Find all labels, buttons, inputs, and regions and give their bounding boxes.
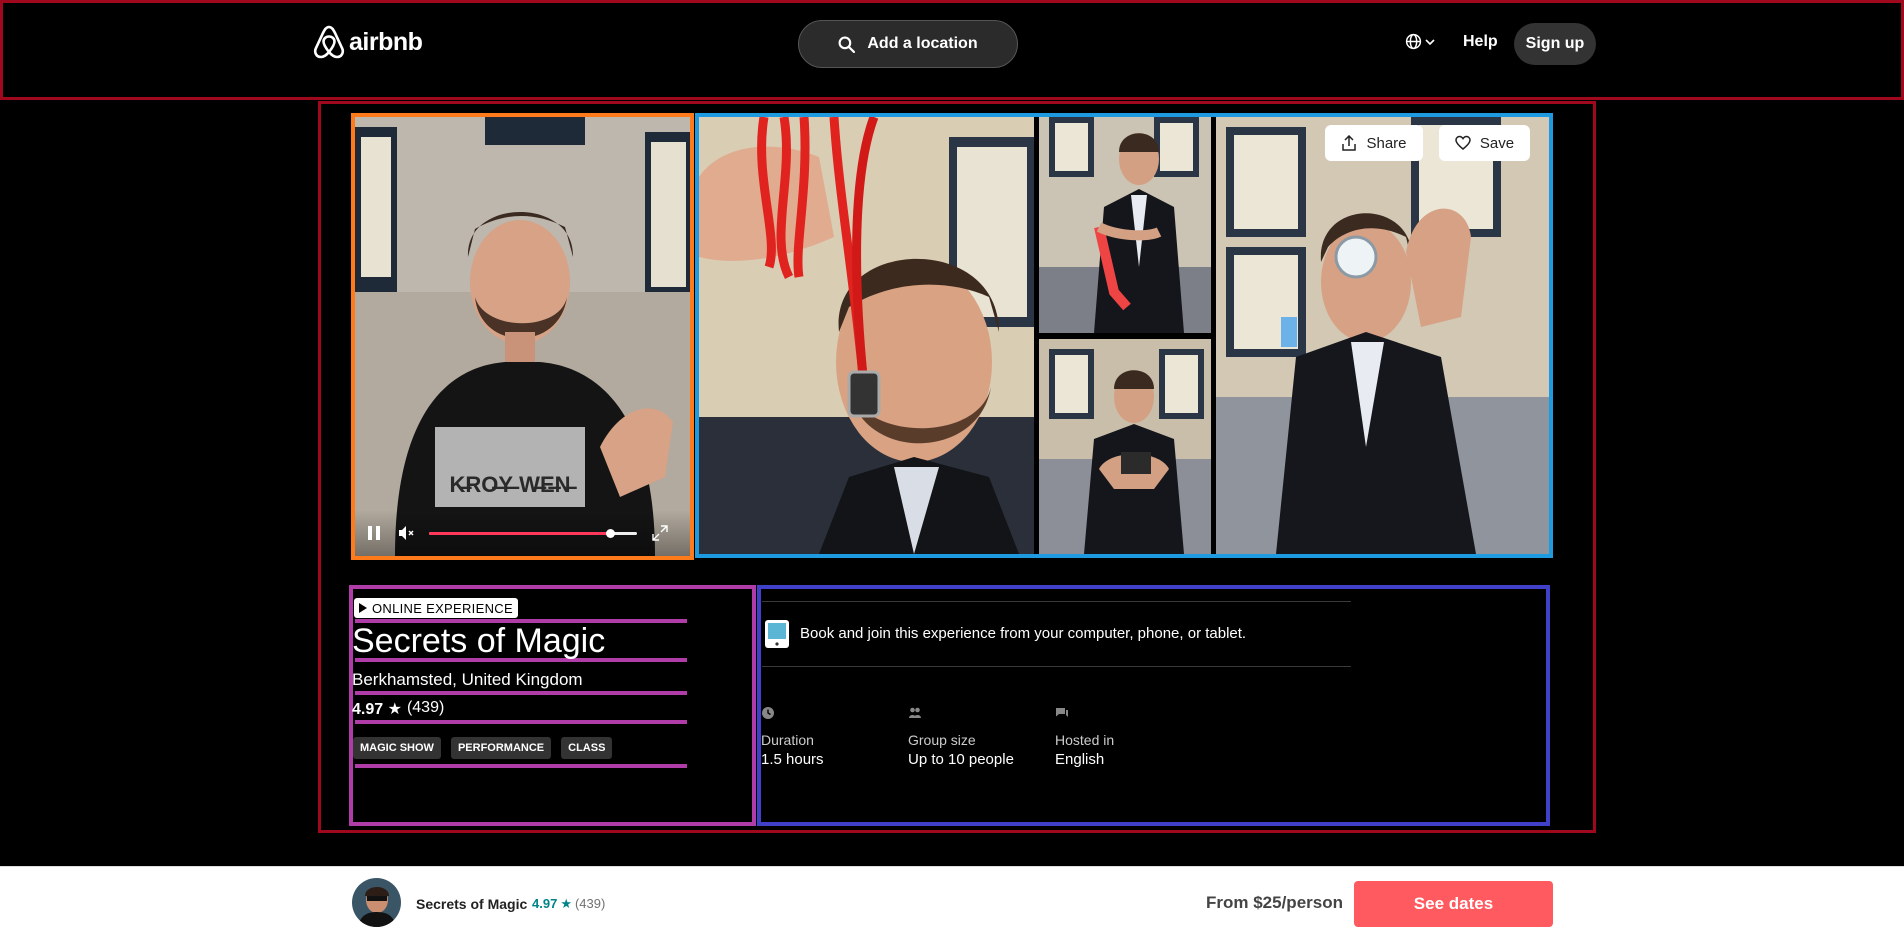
gallery-photo-cards[interactable] xyxy=(1039,117,1211,333)
rating-score: 4.97 ★ xyxy=(352,701,402,718)
divider xyxy=(355,764,687,768)
detail-group-size-value: Up to 10 people xyxy=(908,751,1014,768)
booking-footer-bar xyxy=(0,866,1904,938)
globe-icon xyxy=(1405,33,1422,50)
detail-duration: Duration 1.5 hours xyxy=(761,706,824,768)
detail-language-label: Hosted in xyxy=(1055,732,1115,748)
top-navigation-bar: airbnb Add a location Help Sign up xyxy=(0,0,1904,100)
experience-details-panel xyxy=(757,585,1550,826)
online-experience-badge: ONLINE EXPERIENCE xyxy=(354,598,518,618)
detail-language: Hosted in English xyxy=(1055,706,1114,768)
brand-wordmark: airbnb xyxy=(349,27,423,56)
search-icon xyxy=(838,36,856,53)
experience-title: Secrets of Magic xyxy=(352,622,606,660)
star-icon: ★ xyxy=(387,701,402,718)
detail-group-size-label: Group size xyxy=(908,732,976,748)
airbnb-logo-icon xyxy=(313,25,345,59)
see-dates-button[interactable]: See dates xyxy=(1354,881,1553,927)
detail-language-value: English xyxy=(1055,751,1105,768)
clock-icon xyxy=(762,707,774,719)
pause-button[interactable] xyxy=(365,524,383,542)
search-label: Add a location xyxy=(867,35,978,52)
detail-duration-value: 1.5 hours xyxy=(761,751,824,768)
save-button[interactable]: Save xyxy=(1439,125,1530,161)
language-selector[interactable] xyxy=(1405,33,1435,50)
footer-rating: 4.97 ★ (439) xyxy=(532,896,605,912)
experience-tags: MAGIC SHOW PERFORMANCE CLASS xyxy=(353,737,613,759)
tablet-icon xyxy=(765,620,789,648)
star-icon: ★ xyxy=(560,896,572,911)
divider xyxy=(355,691,687,695)
experience-location[interactable]: Berkhamsted, United Kingdom xyxy=(352,670,583,690)
video-progress-fill xyxy=(429,531,610,535)
mute-button[interactable] xyxy=(397,524,415,542)
tag-magic-show: MAGIC SHOW xyxy=(353,737,441,759)
host-video[interactable]: K̶RO̶Y̶ W̶E̶N̶ xyxy=(351,113,694,560)
divider xyxy=(355,720,687,724)
divider xyxy=(762,666,1351,667)
divider xyxy=(762,601,1351,602)
video-progress-bar[interactable] xyxy=(429,528,637,538)
share-label: Share xyxy=(1366,134,1407,152)
help-link[interactable]: Help xyxy=(1463,33,1498,51)
footer-review-count: (439) xyxy=(574,896,606,911)
video-controls xyxy=(355,510,690,556)
review-count: (439) xyxy=(406,699,445,716)
share-icon xyxy=(1342,135,1357,151)
heart-icon xyxy=(1455,135,1471,150)
gallery-photo-rope[interactable] xyxy=(699,117,1034,554)
chat-icon xyxy=(1056,708,1068,717)
booking-info-text: Book and join this experience from your … xyxy=(800,625,1247,642)
airbnb-logo[interactable]: airbnb xyxy=(313,25,423,59)
photo-gallery xyxy=(695,113,1553,558)
footer-rating-score: 4.97 xyxy=(532,896,558,911)
video-frame-image: K̶RO̶Y̶ W̶E̶N̶ xyxy=(355,117,690,556)
sign-up-button[interactable]: Sign up xyxy=(1514,23,1596,65)
host-avatar xyxy=(352,878,401,927)
play-icon xyxy=(359,603,367,613)
expand-icon xyxy=(652,525,668,541)
experience-rating[interactable]: 4.97 ★ (439) xyxy=(352,699,444,719)
chevron-down-icon xyxy=(1425,38,1435,45)
people-icon xyxy=(909,707,921,718)
svg-text:K̶RO̶Y̶ W̶E̶N̶: K̶RO̶Y̶ W̶E̶N̶ xyxy=(450,472,578,497)
fullscreen-button[interactable] xyxy=(651,524,669,542)
search-button[interactable]: Add a location xyxy=(798,20,1018,68)
share-button[interactable]: Share xyxy=(1325,125,1423,161)
footer-experience-title: Secrets of Magic xyxy=(416,896,528,912)
gallery-photo-card-trick[interactable] xyxy=(1039,339,1211,554)
pause-icon xyxy=(368,526,380,540)
tag-performance: PERFORMANCE xyxy=(450,737,552,759)
price-text: From $25/person xyxy=(1206,893,1343,912)
tag-class: CLASS xyxy=(561,737,613,759)
gallery-photo-crystal-ball[interactable] xyxy=(1216,117,1549,554)
video-progress-handle[interactable] xyxy=(605,528,615,538)
muted-speaker-icon xyxy=(399,526,414,540)
detail-duration-label: Duration xyxy=(761,732,814,748)
detail-group-size: Group size Up to 10 people xyxy=(908,706,1014,768)
save-label: Save xyxy=(1479,134,1515,152)
